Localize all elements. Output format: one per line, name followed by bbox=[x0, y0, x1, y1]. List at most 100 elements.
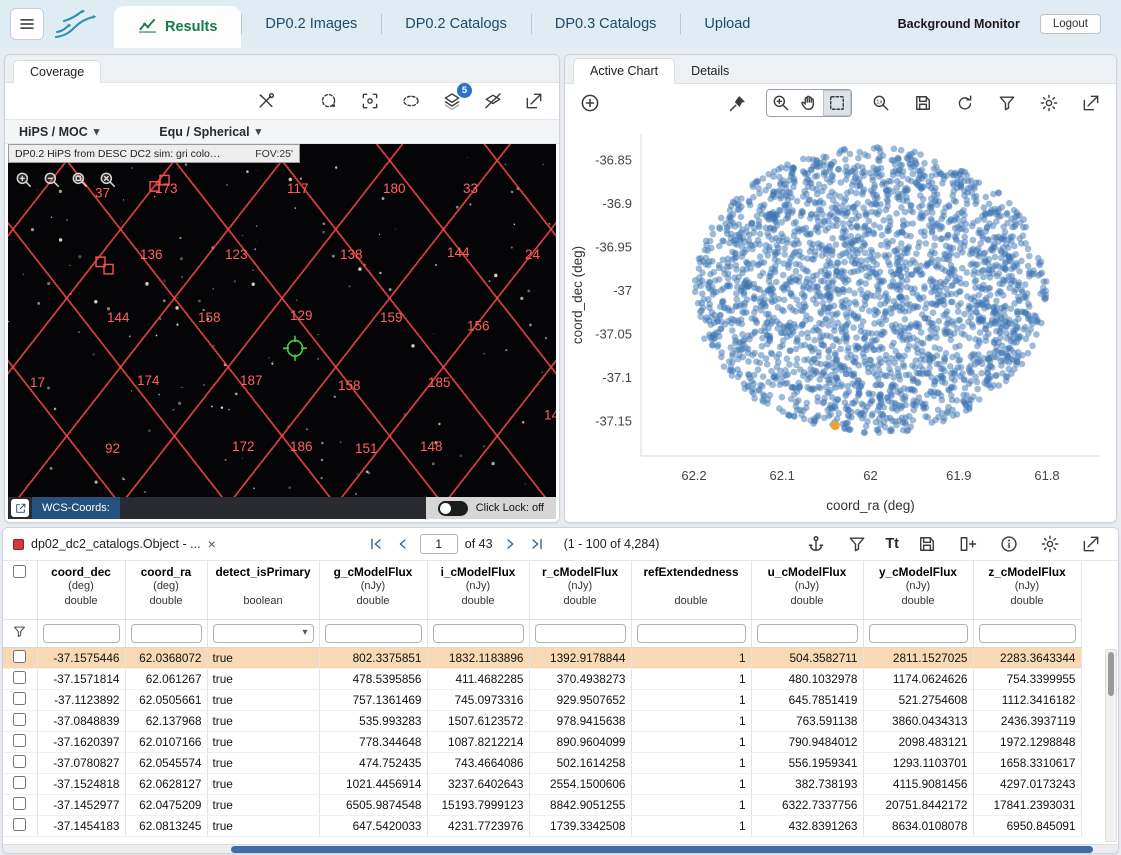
add-column-icon[interactable] bbox=[955, 531, 981, 557]
column-header-i_cModelFlux[interactable]: i_cModelFlux(nJy)double bbox=[427, 561, 529, 619]
overlays-off-icon[interactable] bbox=[480, 88, 506, 114]
layers-icon[interactable]: 5 bbox=[439, 88, 465, 114]
column-header-coord_dec[interactable]: coord_dec(deg)double bbox=[37, 561, 125, 619]
text-view-icon[interactable]: Tt bbox=[885, 536, 899, 552]
row-checkbox[interactable] bbox=[13, 797, 26, 810]
expand-coverage-icon[interactable] bbox=[521, 88, 547, 114]
table-row[interactable]: -37.112389262.0505661true757.1361469745.… bbox=[3, 689, 1081, 710]
zoom-fit-icon[interactable] bbox=[69, 169, 91, 191]
zoom-fill-icon[interactable] bbox=[97, 169, 119, 191]
next-page-button[interactable] bbox=[500, 534, 520, 554]
main-tab-dp0-2-catalogs[interactable]: DP0.2 Catalogs bbox=[381, 0, 531, 48]
row-checkbox[interactable] bbox=[13, 755, 26, 768]
row-checkbox[interactable] bbox=[13, 734, 26, 747]
table-row[interactable]: -37.162039762.0107166true778.3446481087.… bbox=[3, 731, 1081, 752]
mark-position-icon[interactable] bbox=[803, 531, 829, 557]
filter-chart-icon[interactable] bbox=[994, 90, 1020, 116]
column-header-detect_isPrimary[interactable]: detect_isPrimary boolean bbox=[207, 561, 319, 619]
column-header-refExtendedness[interactable]: refExtendedness double bbox=[631, 561, 751, 619]
sky-image[interactable]: 3717311718033136123138144241441581291591… bbox=[8, 144, 556, 497]
background-monitor-link[interactable]: Background Monitor bbox=[898, 17, 1020, 31]
svg-text:173: 173 bbox=[155, 180, 178, 196]
expand-table-icon[interactable] bbox=[1078, 531, 1104, 557]
filter-input-coord_dec[interactable] bbox=[43, 624, 120, 643]
table-row[interactable]: -37.145418362.0813245true647.54200334231… bbox=[3, 815, 1081, 836]
filter-input-g_cModelFlux[interactable] bbox=[325, 624, 422, 643]
first-page-button[interactable] bbox=[366, 534, 386, 554]
chart-tab-active-chart[interactable]: Active Chart bbox=[573, 58, 675, 84]
vertical-scrollbar-thumb[interactable] bbox=[1108, 652, 1114, 696]
row-checkbox[interactable] bbox=[13, 776, 26, 789]
table-row[interactable]: -37.084883962.137968true535.9932831507.6… bbox=[3, 710, 1081, 731]
filter-input-u_cModelFlux[interactable] bbox=[757, 624, 858, 643]
table-settings-icon[interactable] bbox=[1037, 531, 1063, 557]
save-table-icon[interactable] bbox=[914, 531, 940, 557]
table-info-icon[interactable] bbox=[996, 531, 1022, 557]
click-lock-toggle[interactable] bbox=[438, 501, 468, 516]
zoom-select-icon[interactable] bbox=[767, 90, 795, 116]
filter-select-detect_isPrimary[interactable] bbox=[213, 624, 314, 643]
filter-input-z_cModelFlux[interactable] bbox=[979, 624, 1076, 643]
restore-chart-icon[interactable] bbox=[952, 90, 978, 116]
chart-settings-icon[interactable] bbox=[1036, 90, 1062, 116]
pan-icon[interactable] bbox=[795, 90, 823, 116]
zoom-in-icon[interactable] bbox=[13, 169, 35, 191]
logout-button[interactable]: Logout bbox=[1040, 14, 1101, 34]
column-header-coord_ra[interactable]: coord_ra(deg)double bbox=[125, 561, 207, 619]
main-tab-results[interactable]: Results bbox=[114, 6, 241, 48]
page-number-input[interactable] bbox=[420, 534, 458, 554]
column-header-u_cModelFlux[interactable]: u_cModelFlux(nJy)double bbox=[751, 561, 863, 619]
table-row[interactable]: -37.152481862.0628127true1021.4456914323… bbox=[3, 773, 1081, 794]
column-header-r_cModelFlux[interactable]: r_cModelFlux(nJy)double bbox=[529, 561, 631, 619]
close-table-icon[interactable]: × bbox=[208, 536, 216, 552]
table-color-chip[interactable] bbox=[13, 539, 24, 550]
horizontal-scrollbar-thumb[interactable] bbox=[231, 846, 1093, 853]
external-link-icon[interactable] bbox=[11, 499, 29, 517]
tools-icon[interactable] bbox=[253, 88, 279, 114]
prev-page-button[interactable] bbox=[393, 534, 413, 554]
table-tab-title[interactable]: dp02_dc2_catalogs.Object - ... bbox=[31, 537, 201, 551]
zoom-original-icon[interactable]: 1x bbox=[868, 90, 894, 116]
recenter-icon[interactable] bbox=[357, 88, 383, 114]
add-chart-icon[interactable] bbox=[577, 90, 603, 116]
column-header-g_cModelFlux[interactable]: g_cModelFlux(nJy)double bbox=[319, 561, 427, 619]
filter-input-coord_ra[interactable] bbox=[131, 624, 202, 643]
filter-input-i_cModelFlux[interactable] bbox=[433, 624, 524, 643]
tab-coverage[interactable]: Coverage bbox=[13, 60, 101, 83]
ellipse-select-icon[interactable] bbox=[398, 88, 424, 114]
table-row[interactable]: -37.145297762.0475209true6505.9874548151… bbox=[3, 794, 1081, 815]
projection-dropdown[interactable]: Equ / Spherical bbox=[159, 125, 261, 139]
main-tab-dp0-3-catalogs[interactable]: DP0.3 Catalogs bbox=[531, 0, 681, 48]
table-row[interactable]: -37.157544662.0368072true802.33758511832… bbox=[3, 647, 1081, 668]
table-row[interactable]: -37.157181462.061267true478.5395856411.4… bbox=[3, 668, 1081, 689]
select-region-icon[interactable] bbox=[316, 88, 342, 114]
filter-input-r_cModelFlux[interactable] bbox=[535, 624, 626, 643]
box-select-icon[interactable] bbox=[823, 90, 851, 116]
main-tab-upload[interactable]: Upload bbox=[680, 0, 774, 48]
pin-chart-icon[interactable] bbox=[724, 90, 750, 116]
hips-moc-dropdown[interactable]: HiPS / MOC bbox=[19, 125, 99, 139]
row-checkbox[interactable] bbox=[13, 650, 26, 663]
row-checkbox[interactable] bbox=[13, 671, 26, 684]
row-checkbox[interactable] bbox=[13, 713, 26, 726]
filter-input-y_cModelFlux[interactable] bbox=[869, 624, 968, 643]
zoom-out-icon[interactable] bbox=[41, 169, 63, 191]
main-tab-dp0-2-images[interactable]: DP0.2 Images bbox=[241, 0, 381, 48]
column-header-z_cModelFlux[interactable]: z_cModelFlux(nJy)double bbox=[973, 561, 1081, 619]
chart-tab-details[interactable]: Details bbox=[675, 59, 745, 83]
table-row[interactable]: -37.078082762.0545574true474.752435743.4… bbox=[3, 752, 1081, 773]
vertical-scrollbar[interactable] bbox=[1105, 649, 1117, 842]
column-header-y_cModelFlux[interactable]: y_cModelFlux(nJy)double bbox=[863, 561, 973, 619]
hamburger-menu-button[interactable] bbox=[10, 8, 44, 40]
row-checkbox[interactable] bbox=[13, 818, 26, 831]
select-all-checkbox[interactable] bbox=[13, 565, 26, 578]
filter-input-refExtendedness[interactable] bbox=[637, 624, 746, 643]
row-checkbox[interactable] bbox=[13, 692, 26, 705]
expand-chart-icon[interactable] bbox=[1078, 90, 1104, 116]
filter-table-icon[interactable] bbox=[844, 531, 870, 557]
cell-z_cModelFlux: 17841.2393031 bbox=[973, 794, 1081, 815]
save-chart-icon[interactable] bbox=[910, 90, 936, 116]
last-page-button[interactable] bbox=[527, 534, 547, 554]
scatter-chart[interactable]: 62.262.16261.961.8-36.85-36.9-36.95-37-3… bbox=[565, 122, 1116, 523]
horizontal-scrollbar[interactable] bbox=[3, 844, 1118, 853]
